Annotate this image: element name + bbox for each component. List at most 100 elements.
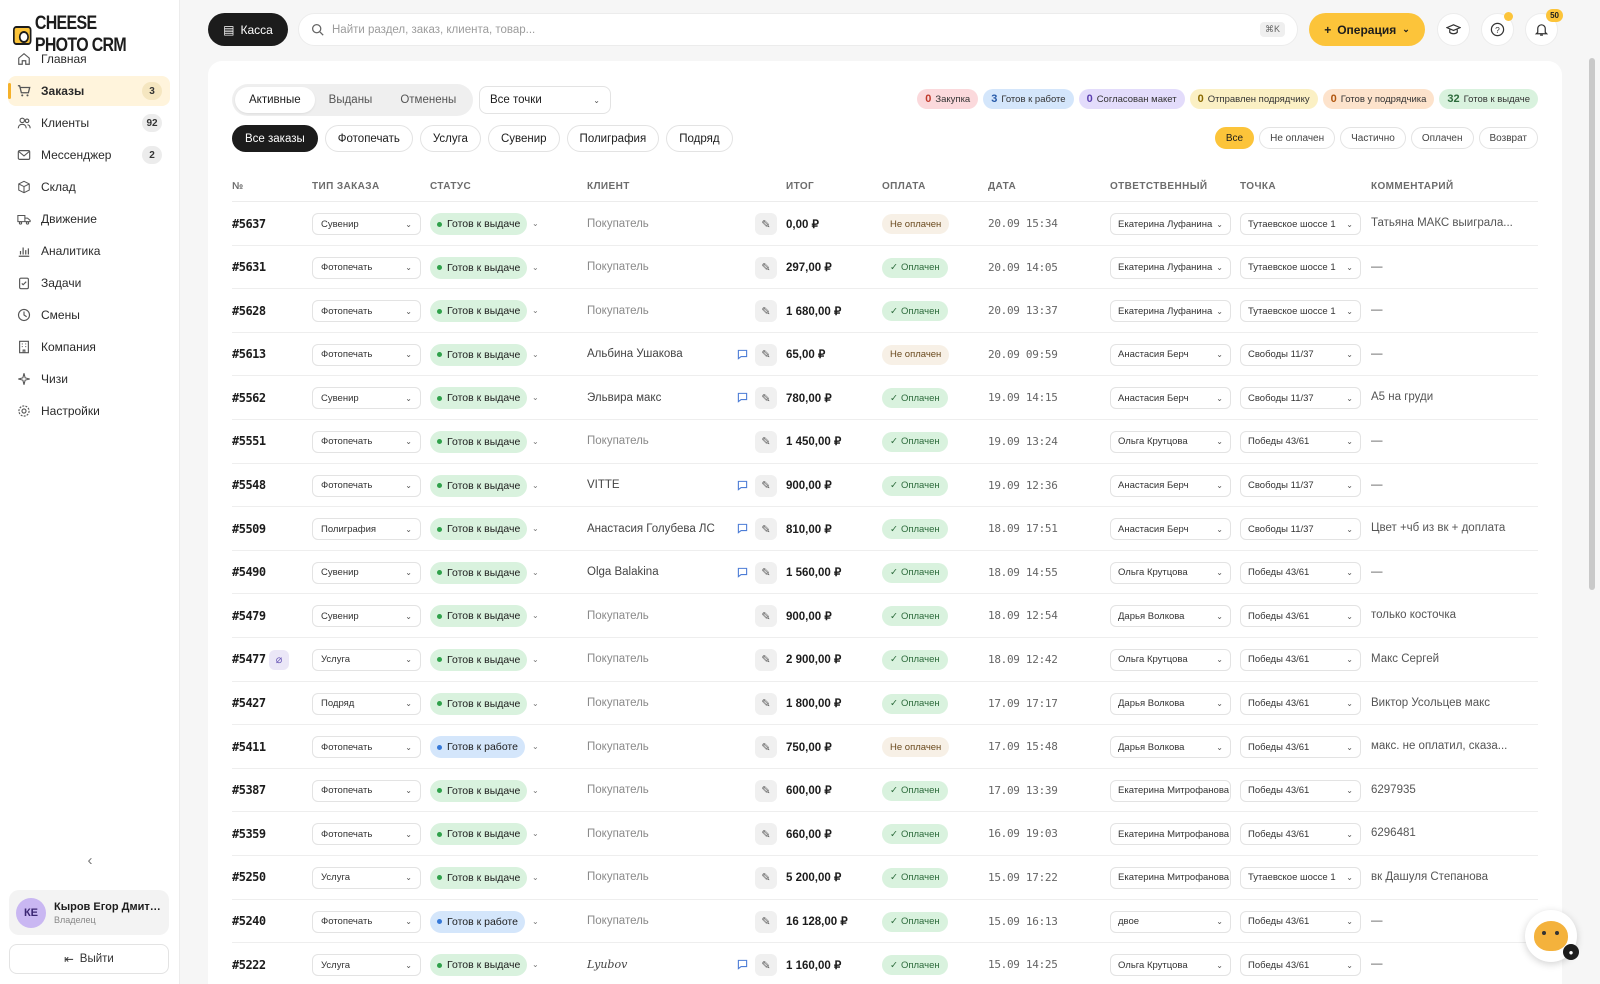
collapse-sidebar-icon[interactable]: ‹ <box>82 853 98 869</box>
edit-pencil-icon[interactable]: ✎ <box>755 779 777 802</box>
table-row[interactable]: #5490 Сувенир ⌄ Готов к выдаче ⌄ Olga Balakin… <box>232 551 1538 595</box>
responsible-select[interactable]: двое ⌄ <box>1110 910 1231 933</box>
table-row[interactable]: #5477 ⌀ Услуга ⌄ Готов к выдаче ⌄ Покупатель ✎ 2… <box>232 638 1538 682</box>
point-select[interactable]: Победы 43/61 ⌄ <box>1240 954 1361 977</box>
table-row[interactable]: #5387 Фотопечать ⌄ Готов к выдаче ⌄ Покупател… <box>232 769 1538 813</box>
table-row[interactable]: #5222 Услуга ⌄ Готов к выдаче ⌄ Lyubov ✎ 1 160,… <box>232 943 1538 984</box>
help-button[interactable]: ? <box>1481 12 1514 46</box>
status-chevron-icon[interactable]: ⌄ <box>532 900 539 943</box>
responsible-select[interactable]: Екатерина Луфанина ⌄ <box>1110 213 1231 235</box>
user-card[interactable]: КЕ Кыров Егор Дмитр... Владелец <box>9 890 169 935</box>
edit-pencil-icon[interactable]: ✎ <box>755 343 777 366</box>
client-name[interactable]: VITTE <box>587 464 620 507</box>
message-icon[interactable] <box>734 507 750 550</box>
status-badge[interactable]: Готов к выдаче <box>430 954 528 977</box>
edit-pencil-icon[interactable]: ✎ <box>755 518 777 541</box>
column-header[interactable]: № <box>232 181 244 192</box>
status-chevron-icon[interactable]: ⌄ <box>532 202 539 245</box>
payment-badge[interactable]: ✓ Оплачен <box>882 606 948 627</box>
client-name[interactable]: Покупатель <box>587 289 649 332</box>
order-number[interactable]: #5240 <box>232 900 266 943</box>
learning-button[interactable] <box>1437 13 1470 46</box>
order-comment[interactable]: Татьяна МАКС выиграла... <box>1371 202 1538 245</box>
status-stat-badge[interactable]: 0 Отправлен подрядчику <box>1189 89 1318 109</box>
status-chevron-icon[interactable]: ⌄ <box>532 856 539 899</box>
order-comment[interactable]: вк Дашуля Степанова <box>1371 856 1538 899</box>
order-number[interactable]: #5631 <box>232 246 266 289</box>
order-type-select[interactable]: Сувенир ⌄ <box>312 561 421 584</box>
order-type-select[interactable]: Фотопечать ⌄ <box>312 430 421 453</box>
order-comment[interactable]: только косточка <box>1371 594 1538 637</box>
operation-button[interactable]: + Операция ⌄ <box>1309 13 1425 46</box>
point-select[interactable]: Свободы 11/37 ⌄ <box>1240 474 1361 497</box>
edit-pencil-icon[interactable]: ✎ <box>755 430 777 453</box>
order-number[interactable]: #5411 <box>232 725 266 768</box>
payment-badge[interactable]: ✓ Оплачен <box>882 780 948 801</box>
table-row[interactable]: #5551 Фотопечать ⌄ Готов к выдаче ⌄ Покупател… <box>232 420 1538 464</box>
status-chevron-icon[interactable]: ⌄ <box>532 507 539 550</box>
type-filter-chip[interactable]: Полиграфия <box>566 125 660 152</box>
table-row[interactable]: #5479 Сувенир ⌄ Готов к выдаче ⌄ Покупатель ✎ 9… <box>232 594 1538 638</box>
status-stat-badge[interactable]: 32 Готов к выдаче <box>1439 89 1538 109</box>
payment-badge[interactable]: ✓ Оплачен <box>882 257 948 278</box>
column-header[interactable]: СТАТУС <box>430 181 471 192</box>
message-icon[interactable] <box>734 376 750 419</box>
status-chevron-icon[interactable]: ⌄ <box>532 638 539 681</box>
table-row[interactable]: #5628 Фотопечать ⌄ Готов к выдаче ⌄ Покупател… <box>232 289 1538 333</box>
order-type-select[interactable]: Фотопечать ⌄ <box>312 474 421 497</box>
status-chevron-icon[interactable]: ⌄ <box>532 943 539 984</box>
sidebar-item-users[interactable]: Клиенты 92 <box>8 108 170 138</box>
payment-badge[interactable]: Не оплачен <box>882 214 950 234</box>
client-name[interactable]: Альбина Ушакова <box>587 333 683 376</box>
table-row[interactable]: #5250 Услуга ⌄ Готов к выдаче ⌄ Покупатель ✎ 5 … <box>232 856 1538 900</box>
point-select[interactable]: Победы 43/61 ⌄ <box>1240 430 1361 453</box>
tab-1[interactable]: Выданы <box>315 87 387 113</box>
point-select[interactable]: Тутаевское шоссе 1 ⌄ <box>1240 213 1361 235</box>
table-row[interactable]: #5613 Фотопечать ⌄ Готов к выдаче ⌄ Альбина У… <box>232 333 1538 377</box>
order-comment[interactable]: — <box>1371 551 1538 594</box>
point-select[interactable]: Победы 43/61 ⌄ <box>1240 605 1361 628</box>
payment-badge[interactable]: Не оплачен <box>882 344 950 365</box>
status-chevron-icon[interactable]: ⌄ <box>532 246 539 289</box>
kassa-button[interactable]: ▤ Касса <box>208 13 288 46</box>
column-header[interactable]: КОММЕНТАРИЙ <box>1371 181 1454 192</box>
status-chevron-icon[interactable]: ⌄ <box>532 551 539 594</box>
order-type-select[interactable]: Фотопечать ⌄ <box>312 343 421 366</box>
sidebar-item-box[interactable]: Склад <box>8 172 170 202</box>
attachment-icon[interactable]: ⌀ <box>269 649 289 670</box>
order-number[interactable]: #5222 <box>232 943 266 984</box>
status-chevron-icon[interactable]: ⌄ <box>532 812 539 855</box>
logout-button[interactable]: ⇤ Выйти <box>9 944 169 974</box>
status-chevron-icon[interactable]: ⌄ <box>532 682 539 725</box>
sidebar-item-clipboard[interactable]: Задачи <box>8 268 170 298</box>
order-number[interactable]: #5359 <box>232 812 266 855</box>
status-chevron-icon[interactable]: ⌄ <box>532 769 539 812</box>
point-select[interactable]: Свободы 11/37 ⌄ <box>1240 518 1361 541</box>
status-badge[interactable]: Готов к работе <box>430 910 525 933</box>
order-type-select[interactable]: Услуга ⌄ <box>312 648 421 671</box>
client-name[interactable]: Покупатель <box>587 202 649 245</box>
column-header[interactable]: ТИП ЗАКАЗА <box>312 181 380 192</box>
point-select[interactable]: Тутаевское шоссе 1 ⌄ <box>1240 300 1361 323</box>
status-stat-badge[interactable]: 0 Закупка <box>917 89 979 109</box>
column-header[interactable]: КЛИЕНТ <box>587 181 630 192</box>
responsible-select[interactable]: Анастасия Берч ⌄ <box>1110 518 1231 541</box>
status-chevron-icon[interactable]: ⌄ <box>532 420 539 463</box>
mic-icon[interactable]: ● <box>1563 944 1579 960</box>
client-name[interactable]: Lyubov <box>587 943 627 984</box>
order-number[interactable]: #5562 <box>232 376 266 419</box>
edit-pencil-icon[interactable]: ✎ <box>755 736 777 759</box>
order-number[interactable]: #5613 <box>232 333 266 376</box>
edit-pencil-icon[interactable]: ✎ <box>755 474 777 497</box>
order-type-select[interactable]: Фотопечать ⌄ <box>312 256 421 279</box>
table-row[interactable]: #5359 Фотопечать ⌄ Готов к выдаче ⌄ Покупател… <box>232 812 1538 856</box>
order-number[interactable]: #5427 <box>232 682 266 725</box>
column-header[interactable]: ИТОГ <box>786 181 814 192</box>
order-type-select[interactable]: Фотопечать ⌄ <box>312 300 421 323</box>
column-header[interactable]: ДАТА <box>988 181 1016 192</box>
point-select[interactable]: Победы 43/61 ⌄ <box>1240 823 1361 846</box>
status-badge[interactable]: Готов к выдаче <box>430 343 528 366</box>
point-select[interactable]: Тутаевское шоссе 1 ⌄ <box>1240 866 1361 889</box>
order-comment[interactable]: макс. не оплатил, сказа... <box>1371 725 1538 768</box>
sidebar-item-cart[interactable]: Заказы 3 <box>8 76 170 106</box>
